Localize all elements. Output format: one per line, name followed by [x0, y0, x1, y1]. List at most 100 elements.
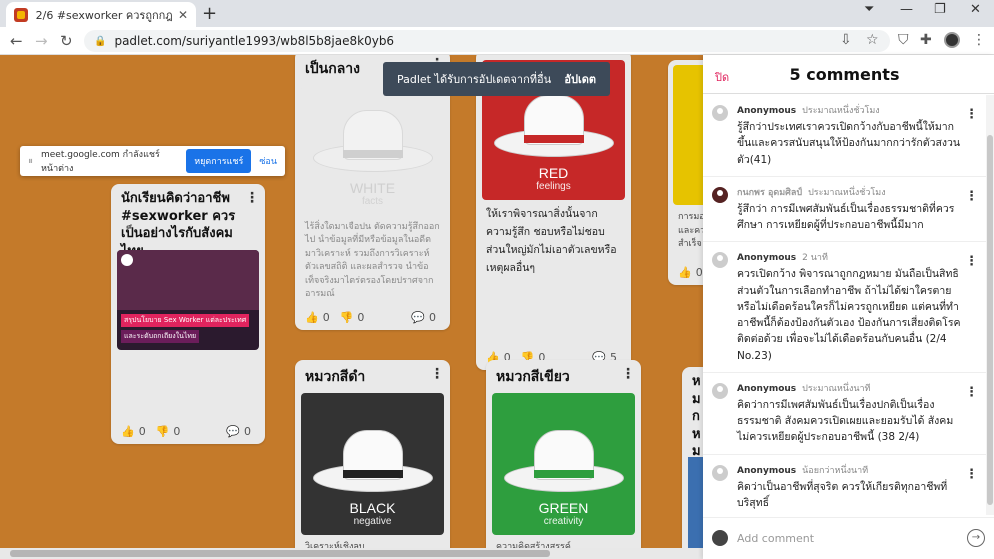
drag-handle-icon[interactable]: ⏸	[28, 156, 33, 167]
hide-button[interactable]: ซ่อน	[259, 154, 277, 168]
comment-time: ประมาณหนึ่งชั่วโมง	[802, 106, 880, 116]
panel-divider	[703, 93, 994, 94]
green-hat-image: GREEN creativity	[492, 392, 635, 535]
screenshare-bar: ⏸ meet.google.com กำลังแชร์หน้าต่าง หยุด…	[20, 146, 285, 176]
comment-time: ประมาณหนึ่งนาที	[802, 383, 871, 394]
comment-author: กนกพร อุดมศิลป์	[737, 187, 803, 198]
comment-item: Anonymous ประมาณหนึ่งนาที คิดว่าการมีเพศส…	[703, 373, 986, 455]
url-text: padlet.com/suriyantle1993/wb8l5b8jae8k0y…	[114, 34, 395, 48]
install-icon[interactable]: ⇩	[840, 32, 852, 48]
profile-dropdown-icon[interactable]: ⏷	[864, 2, 874, 17]
minimize-icon[interactable]: —	[900, 2, 913, 17]
dislike-count: 0	[357, 311, 365, 324]
extensions-puzzle-icon[interactable]: ✚	[920, 32, 932, 48]
yellow-hat-image	[673, 65, 703, 205]
like-count: 0	[695, 266, 703, 279]
window-close-icon[interactable]: ✕	[970, 2, 981, 17]
anonymous-avatar-icon	[712, 464, 728, 481]
hat-icon	[312, 420, 433, 500]
anonymous-avatar-icon	[712, 252, 728, 269]
send-arrow-icon[interactable]: →	[967, 529, 985, 547]
comment-count: 0	[244, 425, 251, 438]
comments-scroll-thumb[interactable]	[987, 135, 993, 505]
padlet-favicon-icon	[14, 7, 28, 22]
comment-icon[interactable]: 💬	[226, 425, 240, 438]
comment-item: Anonymous น้อยกว่าหนึ่งนาที คิดว่าเป็นอาช…	[703, 455, 986, 515]
post-card-green-hat[interactable]: ⋮ หมวกสีเขียว GREEN creativity ความคิดสร…	[486, 360, 641, 559]
video-scene	[117, 250, 259, 310]
post-body: การมอง และควา สำเร็จ	[678, 212, 703, 249]
post-menu-icon[interactable]: ⋮	[621, 366, 635, 382]
comment-menu-icon[interactable]: ⋮	[965, 254, 978, 269]
comment-count: 0	[429, 311, 436, 324]
browser-menu-icon[interactable]: ⋮	[972, 32, 986, 48]
user-avatar	[712, 186, 728, 203]
toast-update-button[interactable]: อัปเดต	[564, 70, 596, 88]
horizontal-scrollbar[interactable]	[0, 548, 703, 559]
post-card-student[interactable]: ⋮ นักเรียนคิดว่าอาชีพ #sexworker ควรเป็น…	[111, 184, 265, 444]
post-card-white-hat[interactable]: ⋮ เป็นกลาง WHITE facts ไร้สิ่งใดมาเจือปน…	[295, 55, 450, 330]
dislike-icon[interactable]: 👎	[156, 425, 170, 438]
comment-menu-icon[interactable]: ⋮	[965, 467, 978, 482]
browser-tab[interactable]: 2/6 #sexworker ควรถูกกฎหมายในประ ✕	[6, 2, 196, 27]
black-hat-image: BLACK negative	[301, 392, 444, 535]
user-avatar	[712, 530, 728, 546]
like-icon[interactable]: 👍	[305, 311, 319, 324]
tab-title: 2/6 #sexworker ควรถูกกฎหมายในประ	[35, 8, 172, 22]
hat-sub: negative	[353, 515, 392, 527]
comment-menu-icon[interactable]: ⋮	[965, 385, 978, 400]
like-icon[interactable]: 👍	[678, 266, 692, 279]
comment-text: คิดว่าเป็นอาชีพที่สุจริต ควรให้เกียรติทุ…	[737, 480, 948, 509]
post-title: นักเรียนคิดว่าอาชีพ #sexworker ควรเป็นอย…	[121, 191, 236, 259]
hat-label: RED	[538, 165, 569, 181]
like-count: 0	[322, 311, 330, 324]
hat-icon	[493, 85, 614, 165]
reactions-bar: 👍 0	[678, 266, 703, 279]
hat-icon	[312, 100, 433, 180]
toast-message: Padlet ได้รับการอัปเดตจากที่อื่น	[397, 73, 552, 86]
add-comment-input[interactable]	[737, 526, 957, 550]
panel-title: 5 comments	[789, 65, 900, 84]
address-bar[interactable]: 🔒 padlet.com/suriyantle1993/wb8l5b8jae8k…	[84, 30, 890, 52]
post-card-blue-hat[interactable]: หม ก หม ก	[682, 367, 703, 559]
post-card-yellow-hat[interactable]: การมอง และควา สำเร็จ 👍0	[668, 60, 703, 285]
new-tab-icon[interactable]: +	[202, 3, 217, 24]
comment-text: รู้สึกว่า การมีเพศสัมพันธ์เป็นเรื่องธรรม…	[737, 202, 955, 232]
video-thumbnail[interactable]: สรุปนโยบาย Sex Worker แต่ละประเทศ และระด…	[117, 250, 259, 350]
post-menu-icon[interactable]: ⋮	[245, 190, 259, 206]
comment-menu-icon[interactable]: ⋮	[965, 189, 978, 204]
post-card-red-hat[interactable]: RED feelings ให้เราพิจารณาสิ่งนั้นจากควา…	[476, 55, 631, 370]
post-body: ให้เราพิจารณาสิ่งนั้นจากความรู้สึก ชอบหร…	[486, 208, 617, 274]
comment-author: Anonymous	[737, 383, 797, 394]
comment-author: Anonymous	[737, 465, 797, 476]
back-icon[interactable]: ←	[10, 32, 23, 50]
close-tab-icon[interactable]: ✕	[178, 8, 188, 22]
comment-menu-icon[interactable]: ⋮	[965, 107, 978, 122]
blue-hat-image	[688, 457, 703, 559]
maximize-icon[interactable]: ❐	[934, 2, 946, 17]
video-caption-2: และระดับถกเถียงในไทย	[121, 330, 200, 343]
reactions-bar: 👍 0 👎 0 💬 0	[121, 425, 255, 438]
hat-label: BLACK	[349, 499, 396, 516]
browser-tabbar: 2/6 #sexworker ควรถูกกฎหมายในประ ✕ + ⏷ —…	[0, 0, 994, 27]
post-menu-icon[interactable]: ⋮	[430, 366, 444, 382]
comment-time: 2 นาที	[802, 253, 828, 264]
post-card-black-hat[interactable]: ⋮ หมวกสีดำ BLACK negative วิเคราะห์เชิงล…	[295, 360, 450, 559]
reload-icon[interactable]: ↻	[60, 32, 73, 50]
padlet-board: ⋮ นักเรียนคิดว่าอาชีพ #sexworker ควรเป็น…	[0, 55, 703, 559]
add-comment-row: →	[703, 517, 994, 559]
reactions-bar: 👍 0 👎 0 💬 0	[305, 311, 440, 324]
like-icon[interactable]: 👍	[121, 425, 135, 438]
bookmark-star-icon[interactable]: ☆	[866, 32, 879, 48]
profile-avatar[interactable]	[944, 32, 960, 48]
comment-icon[interactable]: 💬	[411, 311, 425, 324]
post-body: ไร้สิ่งใดมาเจือปน ตัดความรู้สึกออกไป นำข…	[305, 221, 440, 300]
stop-sharing-button[interactable]: หยุดการแชร์	[186, 149, 252, 173]
dislike-icon[interactable]: 👎	[340, 311, 354, 324]
forward-icon[interactable]: →	[35, 32, 48, 50]
scroll-thumb[interactable]	[10, 550, 550, 557]
extension-shield-icon[interactable]: ⛉	[898, 32, 909, 48]
comments-scrollbar[interactable]	[986, 95, 994, 515]
post-title: หมวกสีดำ	[305, 369, 366, 385]
anonymous-avatar-icon	[712, 382, 728, 399]
